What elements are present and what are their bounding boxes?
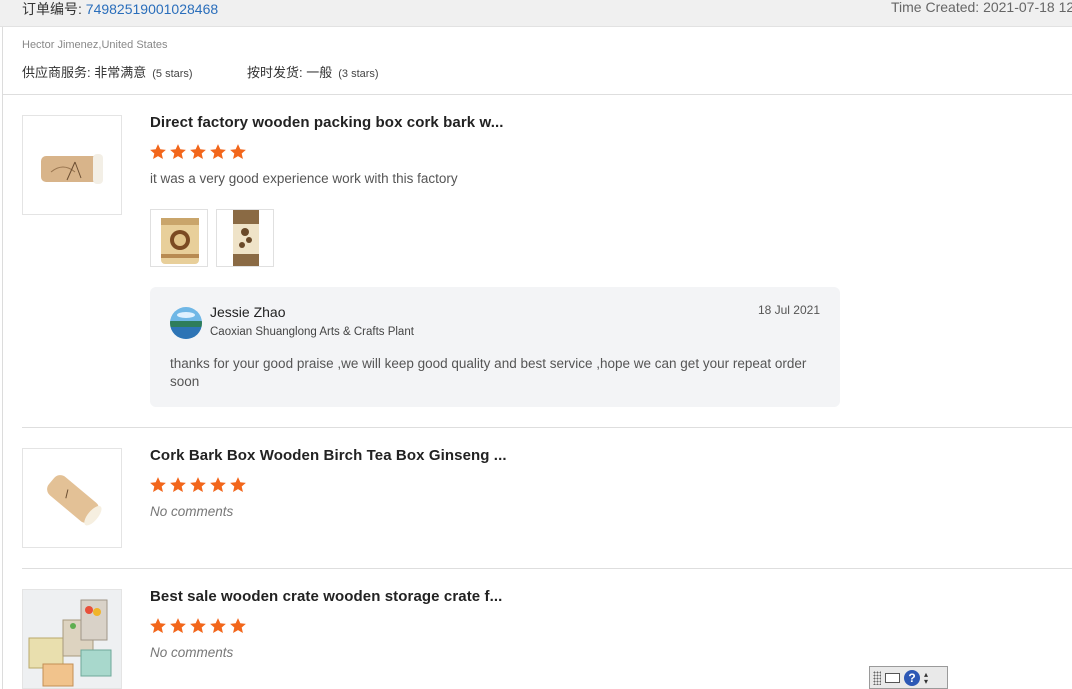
star-icon	[170, 618, 186, 633]
product-title-link[interactable]: Best sale wooden crate wooden storage cr…	[150, 588, 502, 605]
grip-icon[interactable]	[873, 670, 881, 685]
review-comment: No comments	[150, 504, 234, 519]
panel-border	[2, 27, 3, 689]
star-icon	[190, 477, 206, 492]
supplier-reply: Jessie Zhao 18 Jul 2021 Caoxian Shuanglo…	[150, 287, 840, 407]
service-rating-note: (5 stars)	[152, 68, 193, 80]
order-number-link[interactable]: 74982519001028468	[86, 1, 218, 17]
star-icon	[210, 618, 226, 633]
time-created: Time Created: 2021-07-18 12:	[891, 0, 1072, 15]
product-thumbnail[interactable]	[22, 448, 122, 548]
star-icon	[230, 618, 246, 633]
reply-text: thanks for your good praise ,we will kee…	[170, 356, 807, 389]
star-icon	[210, 144, 226, 159]
review-photo-image	[217, 210, 273, 266]
star-icon	[190, 144, 206, 159]
review-photo[interactable]	[216, 209, 274, 267]
review-photo[interactable]	[150, 209, 208, 267]
service-rating-label: 供应商服务: 非常满意	[22, 65, 147, 80]
product-title-link[interactable]: Cork Bark Box Wooden Birch Tea Box Ginse…	[150, 447, 507, 464]
avatar-image	[170, 307, 202, 339]
product-rating-stars	[149, 476, 247, 496]
toolbar-menu-icon[interactable]: ▴ ▾	[924, 670, 928, 685]
star-icon	[190, 618, 206, 633]
cork-tube-image	[47, 475, 102, 526]
review-photo-image	[151, 210, 207, 266]
wooden-crates-image	[23, 590, 121, 688]
star-icon	[170, 477, 186, 492]
order-header: 订单编号: 74982519001028468 Time Created: 20…	[0, 0, 1072, 27]
delivery-rating-note: (3 stars)	[338, 68, 379, 80]
divider	[3, 94, 1072, 95]
star-icon	[150, 618, 166, 633]
star-icon	[210, 477, 226, 492]
product-thumbnail[interactable]	[22, 589, 122, 689]
review-comment: No comments	[150, 645, 234, 660]
star-icon	[170, 144, 186, 159]
buyer-name-country: Hector Jimenez,United States	[22, 39, 168, 51]
order-number: 订单编号: 74982519001028468	[22, 0, 218, 19]
divider	[22, 568, 1072, 569]
keyboard-icon[interactable]	[885, 672, 900, 683]
cork-box-image	[41, 154, 103, 184]
divider	[22, 427, 1072, 428]
review-comment: it was a very good experience work with …	[150, 171, 458, 186]
avatar	[170, 307, 202, 339]
delivery-rating-label: 按时发货: 一般	[247, 65, 333, 80]
product-rating-stars	[149, 143, 247, 163]
star-icon	[150, 477, 166, 492]
star-icon	[230, 144, 246, 159]
order-number-label: 订单编号:	[22, 1, 82, 17]
ime-toolbar[interactable]: ? ▴ ▾	[869, 666, 948, 689]
supplier-company: Caoxian Shuanglong Arts & Crafts Plant	[210, 326, 414, 338]
delivery-rating: 按时发货: 一般 (3 stars)	[247, 62, 379, 81]
product-title-link[interactable]: Direct factory wooden packing box cork b…	[150, 114, 504, 131]
product-rating-stars	[149, 617, 247, 637]
help-icon[interactable]: ?	[904, 669, 920, 686]
replier-name: Jessie Zhao	[210, 304, 286, 320]
product-thumbnail[interactable]	[22, 115, 122, 215]
star-icon	[150, 144, 166, 159]
supplier-ratings: 供应商服务: 非常满意 (5 stars) 按时发货: 一般 (3 stars)	[22, 62, 379, 81]
star-icon	[230, 477, 246, 492]
reply-date: 18 Jul 2021	[757, 303, 820, 317]
